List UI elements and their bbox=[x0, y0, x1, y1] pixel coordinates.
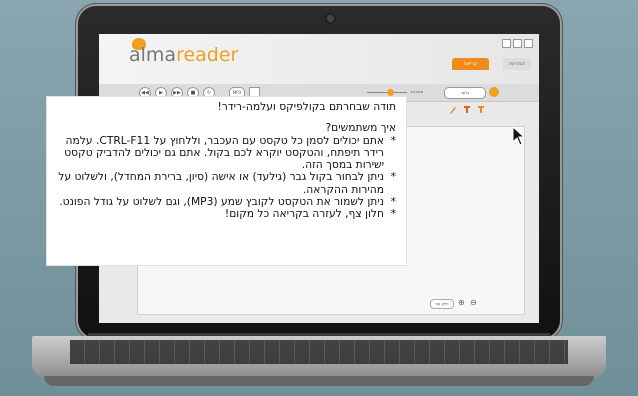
document-text: תודה שבחרתם בקולפיקס ועלמה-רידר! איך משת… bbox=[56, 100, 396, 221]
howto-heading: איך משתמשים? bbox=[325, 121, 396, 135]
minimize-button[interactable] bbox=[502, 39, 511, 48]
bullet-text: ניתן לבחור בקול גבר (גילעד) או אישה (סיו… bbox=[58, 170, 384, 196]
maximize-button[interactable] bbox=[513, 39, 522, 48]
font-icon[interactable] bbox=[477, 105, 485, 114]
mouse-cursor-icon bbox=[512, 126, 526, 146]
app-logo: almareader bbox=[129, 44, 238, 66]
close-button[interactable] bbox=[524, 39, 533, 48]
bullet-mark: * bbox=[390, 133, 396, 147]
voice-avatar-icon bbox=[489, 87, 499, 97]
bullet-text: אתם יכולים לסמן כל טקסט עם העכבר, וללחוץ… bbox=[64, 133, 384, 172]
laptop-foot bbox=[44, 376, 594, 386]
zoom-in-icon[interactable]: ⊕ bbox=[458, 298, 465, 307]
logo-alma: alma bbox=[129, 44, 177, 66]
bullet-text: חלון צף, לעזרה בקריאה כל מקום! bbox=[224, 207, 384, 221]
voice-select[interactable]: גלעד bbox=[444, 87, 486, 99]
laptop-scene: almareader קריאה הגדרות ◀◀ ▶ ▶▶ ■ ↻ MP3 … bbox=[0, 0, 638, 396]
logo-reader: reader bbox=[176, 44, 239, 66]
bullet-mark: * bbox=[390, 170, 396, 184]
speed-label: מהירות bbox=[411, 89, 424, 94]
zoom-out-icon[interactable]: ⊖ bbox=[470, 298, 477, 307]
speed-slider-knob[interactable] bbox=[387, 89, 394, 96]
text-area[interactable]: תודה שבחרתם בקולפיקס ועלמה-רידר! איך משת… bbox=[46, 96, 407, 266]
webcam bbox=[327, 15, 334, 22]
floating-window-button[interactable]: חלון צף bbox=[430, 299, 454, 309]
list-item: * אתם יכולים לסמן כל טקסט עם העכבר, וללח… bbox=[56, 133, 396, 172]
tab-reading[interactable]: קריאה bbox=[452, 58, 489, 70]
greeting-line: תודה שבחרתם בקולפיקס ועלמה-רידר! bbox=[217, 100, 396, 113]
list-item: * ניתן לבחור בקול גבר (גילעד) או אישה (ס… bbox=[56, 171, 396, 196]
tab-settings[interactable]: הגדרות bbox=[503, 58, 531, 70]
list-item: * חלון צף, לעזרה בקריאה כל מקום! bbox=[56, 207, 396, 221]
text-size-icon[interactable] bbox=[463, 105, 471, 114]
window-controls bbox=[502, 39, 533, 48]
bottom-tools: חלון צף ⊕ ⊖ bbox=[430, 298, 510, 309]
app-header: almareader קריאה הגדרות bbox=[99, 34, 539, 85]
keyboard bbox=[70, 340, 568, 364]
edit-icon[interactable] bbox=[449, 105, 457, 114]
bullet-mark: * bbox=[390, 207, 396, 221]
